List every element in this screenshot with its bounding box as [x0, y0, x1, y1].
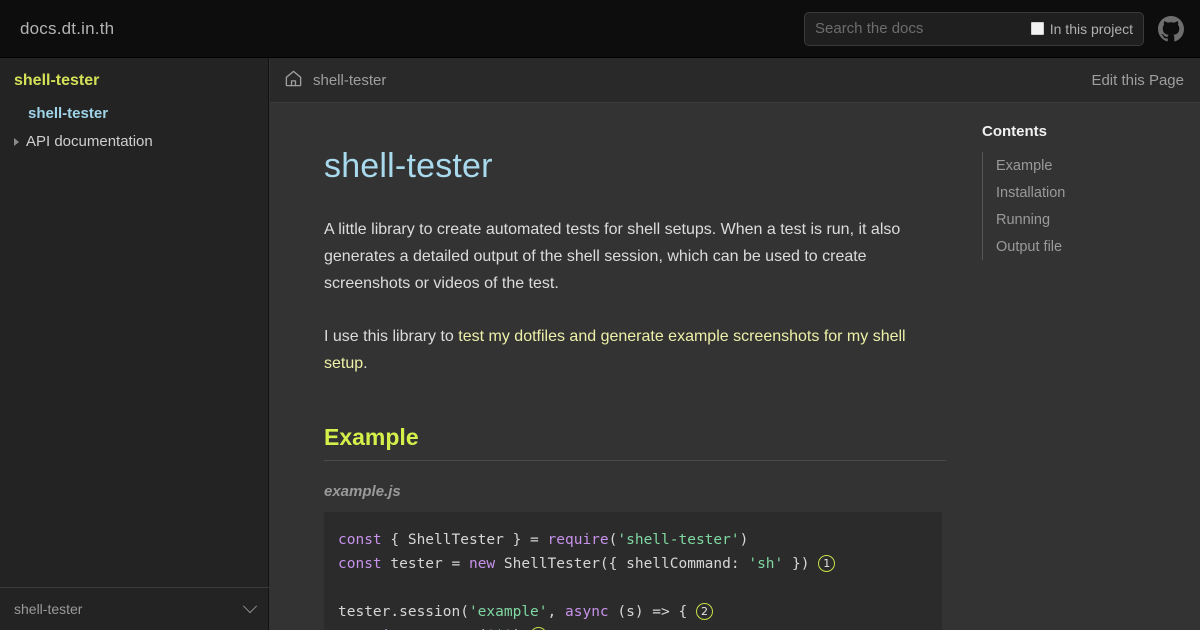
search-box[interactable]: In this project [804, 11, 1144, 46]
code-token-plain: , [547, 604, 565, 620]
in-this-project-group[interactable]: In this project [1030, 20, 1133, 37]
code-token-keyword: new [468, 556, 496, 572]
usage-paragraph-suffix: . [363, 355, 368, 372]
sidebar-item-api-documentation[interactable]: API documentation [0, 128, 268, 156]
sidebar-item-label: API documentation [26, 133, 153, 150]
code-token-plain: tester.session( [338, 604, 469, 620]
toc-title: Contents [982, 123, 1047, 140]
code-token-plain: ) [739, 532, 749, 548]
sidebar-nav: shell-tester API documentation [0, 100, 268, 156]
code-token-plain: tester = [381, 556, 469, 572]
triangle-right-icon[interactable] [14, 138, 19, 146]
usage-paragraph: I use this library to test my dotfiles a… [324, 323, 946, 377]
code-block[interactable]: const { ShellTester } = require('shell-t… [324, 512, 942, 630]
site-brand[interactable]: docs.dt.in.th [20, 19, 114, 39]
toc-item-output-file[interactable]: Output file [983, 233, 1182, 260]
code-line-2: const tester = new ShellTester({ shellCo… [338, 552, 942, 576]
code-token-plain: (s) => { [608, 604, 688, 620]
code-token-keyword: async [565, 604, 609, 620]
toc-item-example[interactable]: Example [983, 152, 1182, 179]
breadcrumb[interactable]: shell-tester [284, 69, 386, 92]
page-root: docs.dt.in.th In this project shell-test… [0, 0, 1200, 630]
code-line-3: tester.session('example', async (s) => {… [338, 600, 942, 624]
code-token-plain: ShellTester({ shellCommand: [495, 556, 749, 572]
in-this-project-checkbox[interactable] [1030, 22, 1044, 35]
main-content: shell-tester A little library to create … [270, 103, 1200, 630]
toc-list: Example Installation Running Output file [982, 152, 1182, 260]
code-token-string: 'shell-tester' [617, 532, 740, 548]
code-token-plain: }) [783, 556, 810, 572]
chevron-down-icon[interactable] [242, 599, 258, 614]
code-caption: example.js [324, 483, 401, 500]
toc-item-running[interactable]: Running [983, 206, 1182, 233]
article: shell-tester A little library to create … [324, 103, 946, 630]
project-selector[interactable]: shell-tester [0, 587, 269, 630]
toc-item-installation[interactable]: Installation [983, 179, 1182, 206]
table-of-contents: Contents Example Installation Running Ou… [982, 123, 1182, 260]
code-token-keyword: const [338, 556, 382, 572]
github-icon[interactable] [1158, 15, 1184, 42]
project-selector-label: shell-tester [14, 601, 83, 617]
home-icon[interactable] [284, 69, 303, 92]
search-input[interactable] [815, 20, 1031, 37]
code-token-function: require [547, 532, 609, 548]
intro-paragraph: A little library to create automated tes… [324, 221, 901, 292]
example-section-header: Example [324, 424, 946, 461]
code-token-string: 'sh' [748, 556, 784, 572]
content-header: shell-tester Edit this Page [270, 58, 1200, 103]
sidebar-item-label: shell-tester [28, 105, 109, 122]
breadcrumb-label: shell-tester [313, 71, 387, 89]
section-heading-example: Example [324, 424, 419, 450]
sidebar-title: shell-tester [14, 72, 100, 89]
code-token-string: 'example' [468, 604, 548, 620]
code-line-1: const { ShellTester } = require('shell-t… [338, 528, 942, 552]
in-this-project-label: In this project [1049, 20, 1133, 37]
callout-marker-1[interactable]: 1 [818, 555, 836, 572]
topbar-right-group: In this project [804, 11, 1184, 46]
callout-marker-2[interactable]: 2 [695, 603, 713, 620]
code-token-keyword: const [338, 532, 382, 548]
code-token-plain: { ShellTester } = [381, 532, 548, 548]
page-title: shell-tester [324, 147, 493, 185]
edit-this-page-link[interactable]: Edit this Page [1091, 72, 1184, 89]
usage-paragraph-prefix: I use this library to [324, 328, 459, 345]
top-bar: docs.dt.in.th In this project [0, 0, 1200, 58]
sidebar-item-shell-tester[interactable]: shell-tester [0, 100, 268, 128]
code-line-4: await s.expect('$') 3 [338, 624, 942, 630]
sidebar: shell-tester shell-tester API documentat… [0, 58, 269, 630]
